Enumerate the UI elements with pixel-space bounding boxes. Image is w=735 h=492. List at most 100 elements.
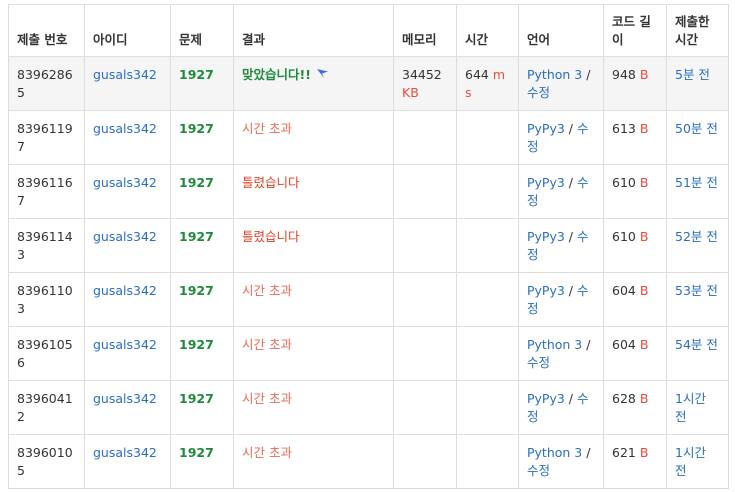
memory-cell — [393, 110, 457, 165]
result-wrong-answer: 틀렸습니다 — [242, 229, 300, 244]
code-length-unit: B — [639, 229, 649, 244]
problem-link[interactable]: 1927 — [179, 175, 214, 190]
user-link[interactable]: gusals342 — [93, 337, 157, 352]
submitted-time-link[interactable]: 54분 전 — [675, 337, 718, 352]
code-length-cell: 610 B — [603, 164, 667, 219]
result-time-limit: 시간 초과 — [242, 445, 292, 460]
submitted-time-link[interactable]: 53분 전 — [675, 283, 718, 298]
header-time: 시간 — [456, 4, 519, 57]
submission-id: 83961167 — [8, 164, 85, 219]
table-header-row: 제출 번호 아이디 문제 결과 메모리 시간 언어 코드 길이 제출한 시간 — [8, 4, 729, 57]
header-user-id: 아이디 — [84, 4, 171, 57]
code-length-value: 628 — [612, 391, 636, 406]
language-cell: Python 3 / 수정 — [518, 434, 604, 489]
code-length-cell: 610 B — [603, 218, 667, 273]
user-link[interactable]: gusals342 — [93, 121, 157, 136]
language-link[interactable]: Python 3 — [527, 337, 582, 352]
language-link[interactable]: Python 3 — [527, 445, 582, 460]
time-cell — [456, 326, 519, 381]
problem-link[interactable]: 1927 — [179, 121, 214, 136]
result-time-limit: 시간 초과 — [242, 391, 292, 406]
code-length-value: 613 — [612, 121, 636, 136]
code-length-unit: B — [639, 283, 649, 298]
header-memory: 메모리 — [393, 4, 457, 57]
submission-id: 83961056 — [8, 326, 85, 381]
edit-link[interactable]: 수정 — [527, 85, 550, 100]
problem-link[interactable]: 1927 — [179, 283, 214, 298]
submitted-time-link[interactable]: 1시간 전 — [675, 391, 706, 424]
code-length-cell: 621 B — [603, 434, 667, 489]
result-cell: 틀렸습니다 — [233, 218, 394, 273]
header-submission-id: 제출 번호 — [8, 4, 85, 57]
submitted-time-link[interactable]: 52분 전 — [675, 229, 718, 244]
result-accepted[interactable]: 맞았습니다!! — [242, 67, 311, 82]
table-row: 83961056 gusals342 1927 시간 초과 Python 3 /… — [8, 326, 729, 381]
submission-id: 83961143 — [8, 218, 85, 273]
submission-id: 83961103 — [8, 272, 85, 327]
language-link[interactable]: PyPy3 — [527, 283, 565, 298]
memory-cell: 34452 KB — [393, 56, 457, 111]
table-row: 83961167 gusals342 1927 틀렸습니다 PyPy3 / 수정… — [8, 164, 729, 219]
memory-unit: KB — [402, 85, 419, 100]
header-code-length: 코드 길이 — [603, 4, 667, 57]
user-link[interactable]: gusals342 — [93, 283, 157, 298]
edit-link[interactable]: 수정 — [527, 463, 550, 478]
language-link[interactable]: Python 3 — [527, 67, 582, 82]
memory-cell — [393, 434, 457, 489]
code-length-value: 610 — [612, 229, 636, 244]
submission-id: 83960412 — [8, 380, 85, 435]
submitted-time-link[interactable]: 50분 전 — [675, 121, 718, 136]
code-length-value: 621 — [612, 445, 636, 460]
time-cell — [456, 164, 519, 219]
problem-link[interactable]: 1927 — [179, 391, 214, 406]
user-link[interactable]: gusals342 — [93, 67, 157, 82]
header-result: 결과 — [233, 4, 394, 57]
language-link[interactable]: PyPy3 — [527, 229, 565, 244]
user-link[interactable]: gusals342 — [93, 175, 157, 190]
memory-cell — [393, 164, 457, 219]
flag-icon[interactable] — [316, 69, 328, 78]
time-cell: 644 ms — [456, 56, 519, 111]
language-cell: Python 3 / 수정 — [518, 326, 604, 381]
result-cell: 시간 초과 — [233, 434, 394, 489]
edit-link[interactable]: 수정 — [527, 355, 550, 370]
code-length-unit: B — [639, 391, 649, 406]
time-value: 644 — [465, 67, 489, 82]
result-cell: 틀렸습니다 — [233, 164, 394, 219]
header-problem: 문제 — [170, 4, 234, 57]
language-link[interactable]: PyPy3 — [527, 121, 565, 136]
code-length-cell: 948 B — [603, 56, 667, 111]
table-row: 83961143 gusals342 1927 틀렸습니다 PyPy3 / 수정… — [8, 218, 729, 273]
problem-link[interactable]: 1927 — [179, 67, 214, 82]
submission-id: 83962865 — [8, 56, 85, 111]
submitted-time-link[interactable]: 51분 전 — [675, 175, 718, 190]
problem-link[interactable]: 1927 — [179, 229, 214, 244]
code-length-unit: B — [639, 337, 649, 352]
language-link[interactable]: PyPy3 — [527, 175, 565, 190]
result-cell: 시간 초과 — [233, 272, 394, 327]
user-link[interactable]: gusals342 — [93, 445, 157, 460]
result-cell: 시간 초과 — [233, 110, 394, 165]
language-link[interactable]: PyPy3 — [527, 391, 565, 406]
memory-cell — [393, 218, 457, 273]
problem-link[interactable]: 1927 — [179, 445, 214, 460]
submitted-time-link[interactable]: 1시간 전 — [675, 445, 706, 478]
code-length-value: 604 — [612, 337, 636, 352]
problem-link[interactable]: 1927 — [179, 337, 214, 352]
submitted-time-link[interactable]: 5분 전 — [675, 67, 710, 82]
result-cell: 시간 초과 — [233, 380, 394, 435]
table-row: 83960412 gusals342 1927 시간 초과 PyPy3 / 수정… — [8, 380, 729, 435]
result-cell: 시간 초과 — [233, 326, 394, 381]
code-length-unit: B — [639, 175, 649, 190]
code-length-cell: 604 B — [603, 326, 667, 381]
result-time-limit: 시간 초과 — [242, 283, 292, 298]
user-link[interactable]: gusals342 — [93, 391, 157, 406]
language-cell: PyPy3 / 수정 — [518, 272, 604, 327]
result-wrong-answer: 틀렸습니다 — [242, 175, 300, 190]
table-row: 83962865 gusals342 1927 맞았습니다!! 34452 KB … — [8, 56, 729, 111]
memory-cell — [393, 380, 457, 435]
user-link[interactable]: gusals342 — [93, 229, 157, 244]
time-cell — [456, 218, 519, 273]
memory-value: 34452 — [402, 67, 442, 82]
language-cell: Python 3 / 수정 — [518, 56, 604, 111]
